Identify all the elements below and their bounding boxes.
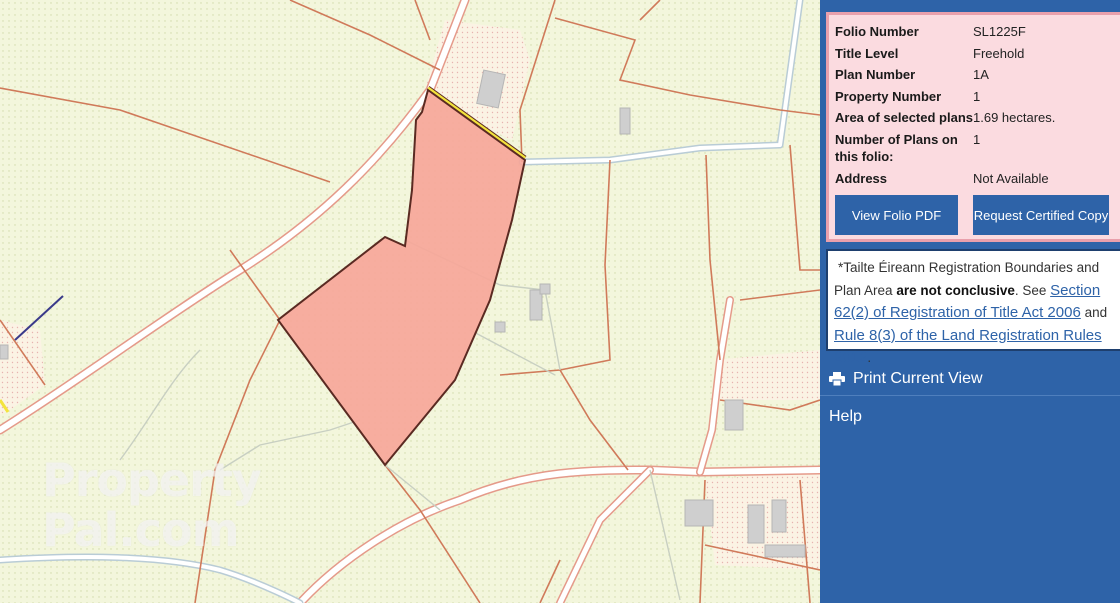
folio-row-value: 1.69 hectares. [973,110,1056,126]
folio-row-value: Freehold [973,45,1025,61]
folio-row-value: 1 [973,88,981,104]
printer-icon [829,371,845,386]
folio-row-value: Not Available [973,170,1049,186]
disclaimer-notice: *Tailte Éireann Registration Boundaries … [826,249,1120,366]
folio-row-key: Folio Number [835,24,919,39]
folio-row-key: Property Number [835,88,942,104]
folio-row-key: Plan Number [835,67,916,83]
folio-row: Plan Number 1A [835,66,1120,83]
folio-row: Number of Plans on this folio: 1 [835,131,1120,165]
folio-row-key: Title Level [835,45,899,61]
print-label: Print Current View [853,369,983,387]
help-label: Help [829,408,862,425]
rule-8-link[interactable]: Rule 8(3) of the Land Registration Rules… [834,327,1102,367]
notice-and: and [1084,305,1108,320]
map-canvas[interactable]: Property Pal.com [0,0,820,603]
folio-row: Folio Number SL1225F [835,23,1120,40]
folio-row-key: Area of selected plans [835,110,973,126]
folio-row-key: Number of Plans on this folio: [835,131,958,164]
watermark-logo: Property Pal.com [42,453,262,557]
folio-row: Title Level Freehold [835,45,1120,62]
folio-row-value: SL1225F [973,24,1026,39]
folio-actions: View Folio PDF Request Certified Copy [835,195,1109,235]
folio-row: Address Not Available [835,170,1120,187]
folio-row-value: 1A [973,67,989,83]
print-current-view-item[interactable]: Print Current View [820,362,1120,396]
folio-info-card: Folio Number SL1225F Title Level Freehol… [826,12,1120,242]
request-certified-copy-button[interactable]: Request Certified Copy [973,195,1109,235]
folio-row-key: Address [835,170,888,186]
folio-row: Area of selected plans 1.69 hectares. [835,109,1120,126]
notice-see: . See [1014,282,1047,298]
side-panel: Folio Number SL1225F Title Level Freehol… [820,0,1120,603]
notice-bold: are not conclusive [896,282,1015,298]
help-item[interactable]: Help [820,400,1120,434]
folio-row: Property Number 1 [835,88,1120,105]
folio-row-value: 1 [973,131,981,147]
folio-rows: Folio Number SL1225F Title Level Freehol… [835,23,1120,187]
view-folio-pdf-button[interactable]: View Folio PDF [835,195,958,235]
